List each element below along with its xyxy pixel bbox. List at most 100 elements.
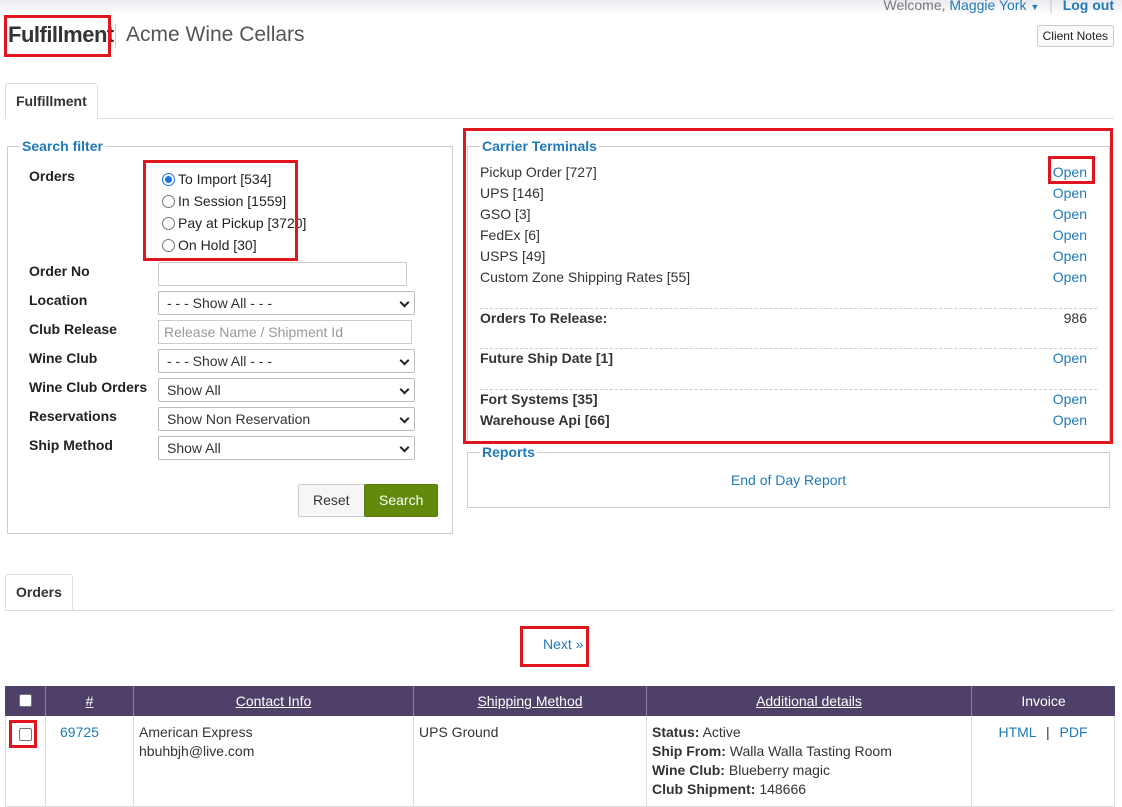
reports-legend: Reports (480, 444, 537, 460)
location-value: - - - Show All - - - (167, 295, 273, 311)
chevron-down-icon (399, 442, 410, 453)
search-filter-panel: Search filter Orders To Import [534] In … (7, 138, 453, 534)
header-invoice: Invoice (1021, 693, 1066, 709)
location-label: Location (29, 292, 88, 308)
contact-info-cell: American Express hbuhbjh@live.com (134, 716, 414, 807)
reset-button[interactable]: Reset (298, 484, 365, 517)
radio-to-import[interactable]: To Import [534] (162, 171, 271, 187)
table-row: 69725 American Express hbuhbjh@live.com … (5, 716, 1115, 807)
tab-orders[interactable]: Orders (5, 574, 73, 610)
search-filter-legend: Search filter (20, 138, 105, 154)
radio-on-hold[interactable]: On Hold [30] (162, 237, 257, 253)
header-number[interactable]: # (46, 686, 134, 716)
status-line: Status: Active (652, 723, 966, 742)
dashed-divider (480, 308, 1097, 309)
chevron-down-icon (399, 413, 410, 424)
club-release-placeholder: Release Name / Shipment Id (164, 324, 343, 340)
radio-icon-checked[interactable] (162, 172, 175, 186)
ship-method-label: Ship Method (29, 437, 113, 453)
user-name: Maggie York (949, 0, 1027, 13)
open-fort-systems-link[interactable]: Open (1053, 391, 1087, 407)
divider: | (1049, 0, 1053, 13)
reports-panel: Reports End of Day Report (467, 444, 1110, 508)
orders-to-release-value: 986 (1063, 310, 1087, 326)
invoice-html-link[interactable]: HTML (998, 724, 1036, 740)
user-dropdown[interactable]: Maggie York ▼ (949, 0, 1039, 13)
radio-in-session[interactable]: In Session [1559] (162, 193, 286, 209)
carrier-ups: UPS [146] (480, 185, 544, 201)
search-button[interactable]: Search (364, 484, 439, 517)
order-number-link[interactable]: 69725 (60, 724, 99, 740)
open-future-ship-link[interactable]: Open (1053, 350, 1087, 366)
order-no-input[interactable] (158, 262, 407, 286)
brand-title[interactable]: Fulfillment (8, 22, 114, 48)
orders-table-header: # Contact Info Shipping Method Additiona… (5, 686, 1115, 716)
ship-method-value: Show All (167, 440, 221, 456)
ship-from-line: Ship From: Walla Walla Tasting Room (652, 742, 966, 761)
radio-icon[interactable] (162, 194, 175, 208)
dashed-divider (480, 348, 1097, 349)
header-additional-details[interactable]: Additional details (647, 686, 972, 716)
location-select[interactable]: - - - Show All - - - (158, 291, 415, 315)
reservations-select[interactable]: Show Non Reservation (158, 407, 415, 431)
caret-down-icon: ▼ (1030, 2, 1040, 12)
club-shipment-line: Club Shipment: 148666 (652, 780, 966, 799)
select-all-checkbox[interactable] (18, 694, 32, 707)
user-menu: Welcome, Maggie York ▼ | Log out (884, 0, 1114, 13)
next-page-link[interactable]: Next » (543, 636, 583, 652)
carrier-usps: USPS [49] (480, 248, 546, 264)
row-checkbox[interactable] (19, 728, 32, 741)
wine-club-line: Wine Club: Blueberry magic (652, 761, 966, 780)
status-value: Active (702, 724, 741, 740)
radio-icon[interactable] (162, 238, 175, 252)
open-custom-zone-link[interactable]: Open (1053, 269, 1087, 285)
reservations-label: Reservations (29, 408, 117, 424)
contact-email: hbuhbjh@live.com (139, 743, 255, 759)
orders-label: Orders (29, 168, 75, 184)
radio-label: On Hold [30] (178, 237, 257, 253)
welcome-text: Welcome, (883, 0, 946, 13)
radio-icon[interactable] (162, 216, 175, 230)
wine-club-select[interactable]: - - - Show All - - - (158, 349, 415, 373)
open-ups-link[interactable]: Open (1053, 185, 1087, 201)
client-name: Acme Wine Cellars (126, 23, 305, 46)
header-shipping-method[interactable]: Shipping Method (414, 686, 647, 716)
wine-club-orders-select[interactable]: Show All (158, 378, 415, 402)
wine-club-orders-label: Wine Club Orders (29, 379, 148, 395)
shipping-method-cell: UPS Ground (414, 716, 647, 807)
open-usps-link[interactable]: Open (1053, 248, 1087, 264)
order-number-cell: 69725 (46, 716, 134, 807)
open-warehouse-api-link[interactable]: Open (1053, 412, 1087, 428)
end-of-day-report-link[interactable]: End of Day Report (468, 472, 1109, 488)
carrier-gso: GSO [3] (480, 206, 531, 222)
invoice-separator: | (1045, 724, 1050, 740)
open-gso-link[interactable]: Open (1053, 206, 1087, 222)
club-release-input[interactable]: Release Name / Shipment Id (158, 320, 412, 344)
carrier-terminals-panel: Carrier Terminals Pickup Order [727] Ope… (467, 138, 1110, 442)
wine-club-value: - - - Show All - - - (167, 353, 273, 369)
chevron-down-icon (399, 355, 410, 366)
wine-club-detail-value: Blueberry magic (728, 762, 831, 778)
radio-pay-at-pickup[interactable]: Pay at Pickup [3720] (162, 215, 306, 231)
carrier-custom-zone: Custom Zone Shipping Rates [55] (480, 269, 691, 285)
order-no-label: Order No (29, 263, 90, 279)
ship-method-select[interactable]: Show All (158, 436, 415, 460)
header-contact-info[interactable]: Contact Info (134, 686, 414, 716)
tab-fulfillment[interactable]: Fulfillment (5, 83, 98, 119)
dashed-divider (480, 389, 1097, 390)
ship-from-value: Walla Walla Tasting Room (729, 743, 892, 759)
open-fedex-link[interactable]: Open (1053, 227, 1087, 243)
reservations-value: Show Non Reservation (167, 411, 311, 427)
club-shipment-label: Club Shipment: (652, 781, 756, 797)
wine-club-orders-value: Show All (167, 382, 221, 398)
radio-label: To Import [534] (178, 171, 272, 187)
logout-link[interactable]: Log out (1063, 0, 1114, 13)
divider (115, 24, 116, 48)
chevron-down-icon (399, 384, 410, 395)
open-pickup-order-link[interactable]: Open (1053, 164, 1087, 180)
fort-systems-label: Fort Systems [35] (480, 391, 598, 407)
invoice-pdf-link[interactable]: PDF (1060, 724, 1088, 740)
ship-from-label: Ship From: (652, 743, 726, 759)
carrier-fedex: FedEx [6] (480, 227, 540, 243)
client-notes-button[interactable]: Client Notes (1036, 25, 1114, 47)
